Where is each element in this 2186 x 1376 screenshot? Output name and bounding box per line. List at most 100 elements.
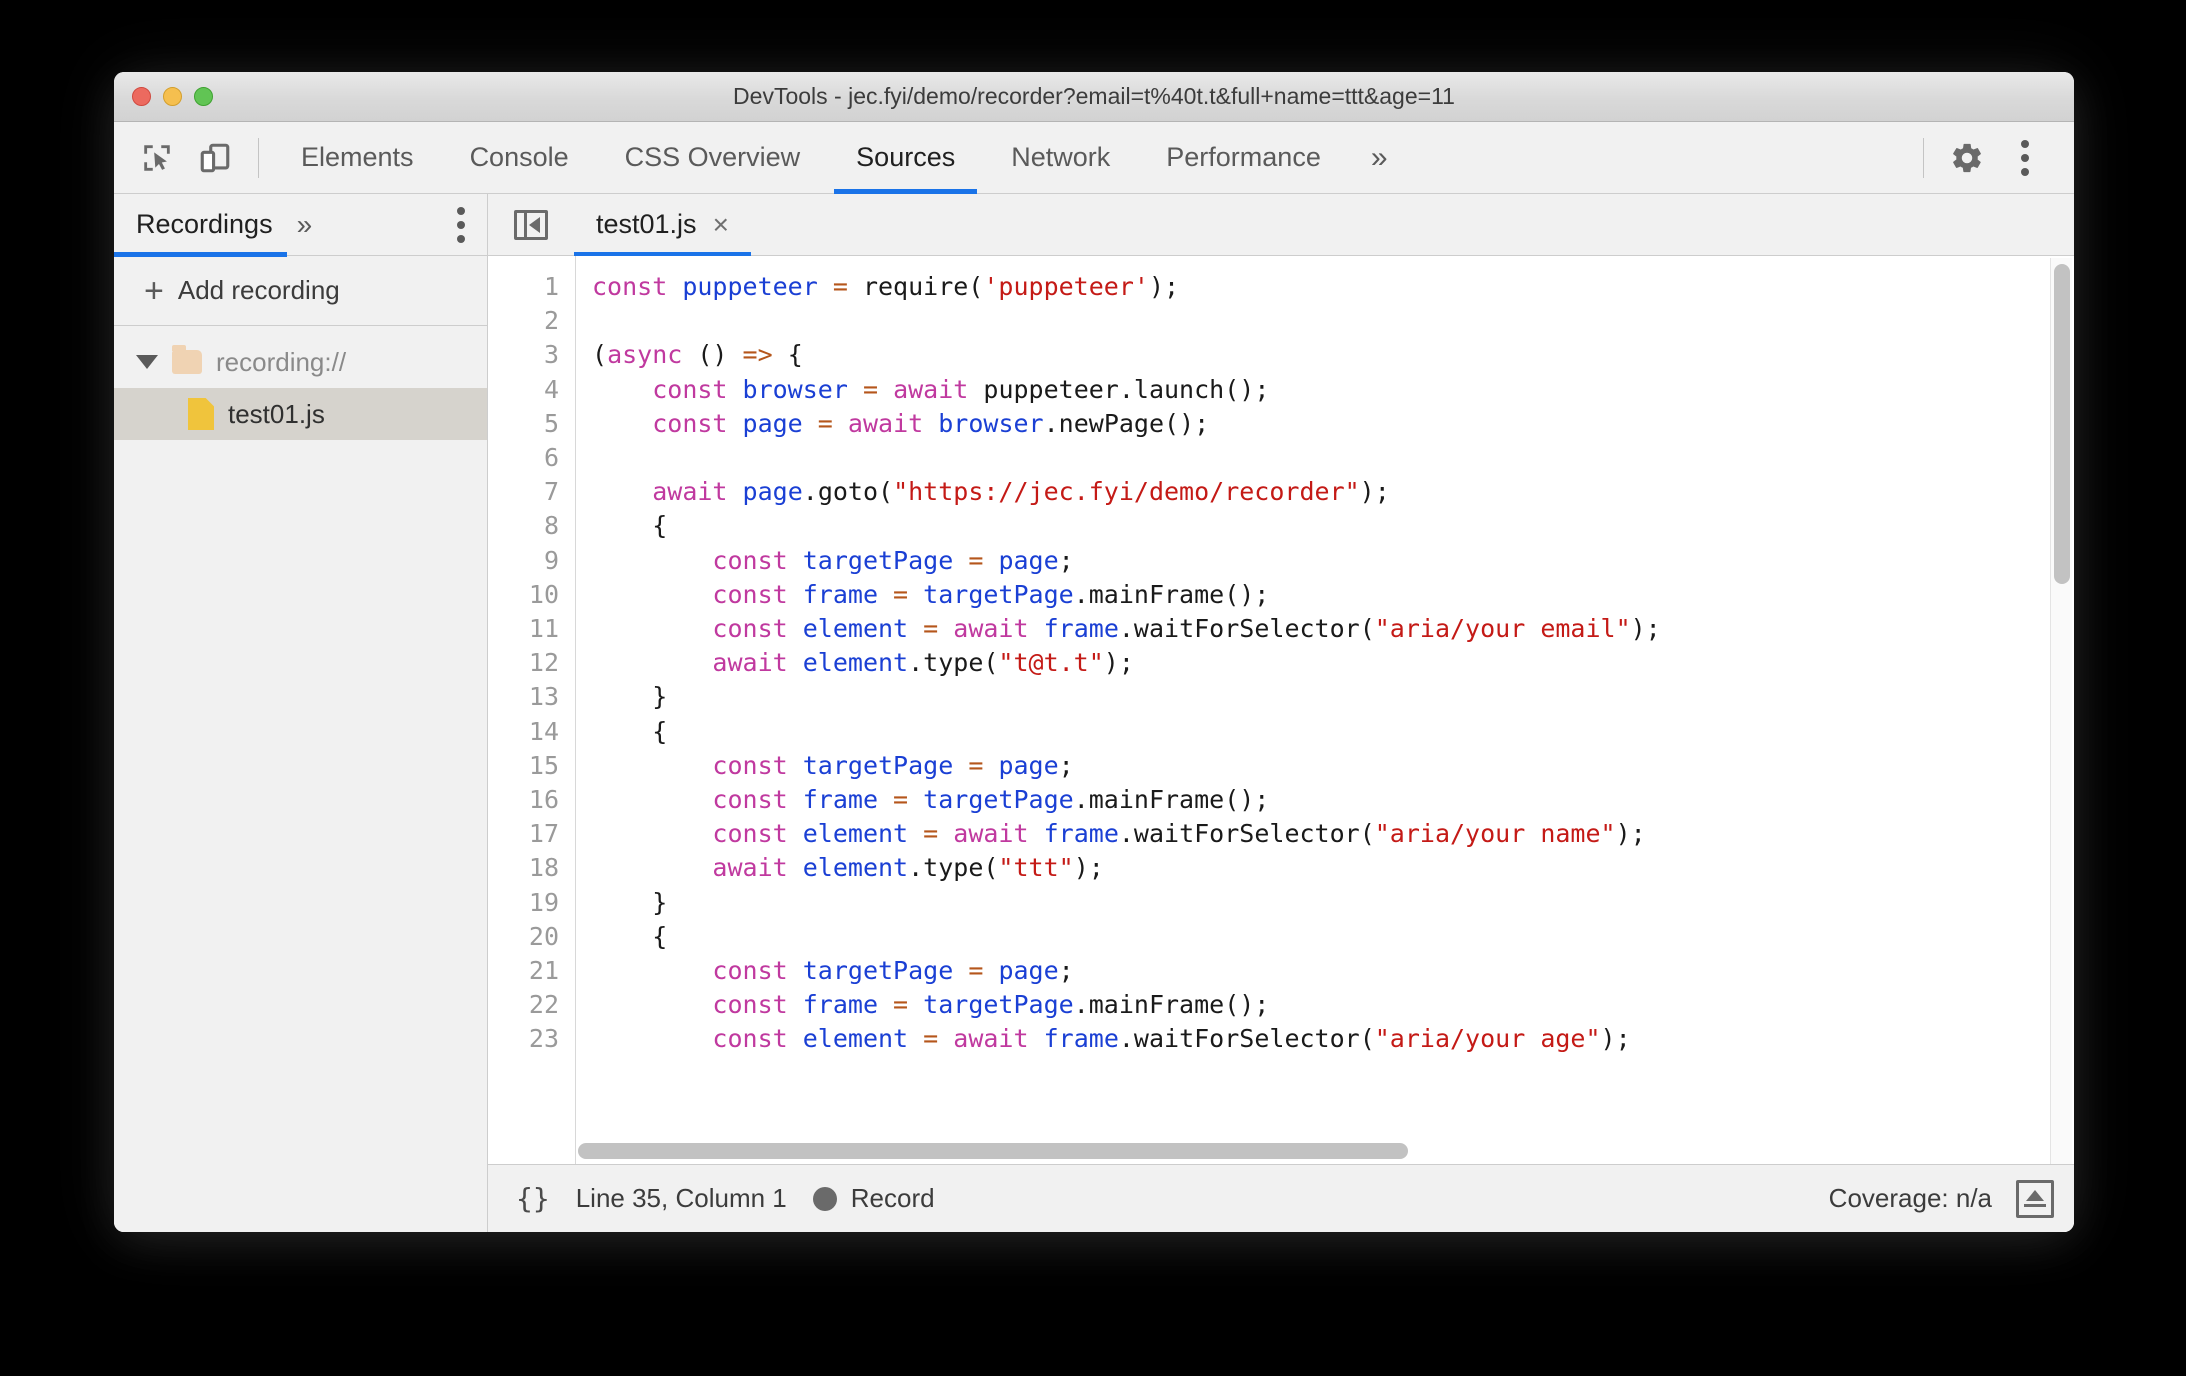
code-token: { <box>592 921 668 951</box>
code-token: page <box>998 750 1059 780</box>
record-button[interactable]: Record <box>812 1183 935 1214</box>
code-token: "aria/your age" <box>1374 1024 1601 1054</box>
code-token: .newPage(); <box>1043 408 1210 438</box>
add-recording-button[interactable]: + Add recording <box>114 256 487 326</box>
code-token: const <box>652 374 743 404</box>
record-label: Record <box>850 1183 935 1213</box>
code-token: await <box>893 374 969 404</box>
line-number: 23 <box>528 1024 559 1054</box>
statusbar-right: Coverage: n/a <box>1829 1179 2054 1218</box>
gear-icon[interactable] <box>1938 129 1996 187</box>
code-token: } <box>592 887 668 917</box>
horizontal-scrollbar-thumb[interactable] <box>578 1143 1408 1159</box>
editor-vertical-scrollbar[interactable] <box>2050 258 2072 1164</box>
code-line: const element = await frame.waitForSelec… <box>592 612 2074 646</box>
code-editor[interactable]: 1 2 3 4 5 6 7 8 9 10 11 12 13 14 15 16 17 18 19 20 21 22 23 co… <box>488 256 2074 1164</box>
tree-item-label: recording:// <box>216 346 347 377</box>
kebab-dots <box>457 206 465 243</box>
devtools-window: DevTools - jec.fyi/demo/recorder?email=t… <box>114 72 2074 1232</box>
tab-elements[interactable]: Elements <box>273 122 442 194</box>
plus-icon: + <box>144 271 164 310</box>
code-line: const frame = targetPage.mainFrame(); <box>592 578 2074 612</box>
line-number: 21 <box>528 956 559 986</box>
code-token: async <box>607 340 683 370</box>
tab-sources[interactable]: Sources <box>828 122 983 194</box>
show-drawer-icon[interactable] <box>2016 1179 2054 1218</box>
code-token: ); <box>1630 614 1661 644</box>
code-token: .waitForSelector( <box>1118 819 1375 849</box>
line-number: 15 <box>528 750 559 780</box>
editor-tab-test01-js[interactable]: test01.js × <box>574 194 751 257</box>
kebab-dot <box>2021 167 2029 176</box>
editor-horizontal-scrollbar[interactable] <box>578 1140 2048 1162</box>
code-token: () <box>682 340 743 370</box>
code-token: 'puppeteer' <box>983 272 1149 301</box>
tab-elements-label: Elements <box>301 142 414 172</box>
code-token: "ttt" <box>998 853 1074 883</box>
line-number: 17 <box>528 819 559 849</box>
code-token: "aria/your email" <box>1374 614 1631 644</box>
add-recording-label: Add recording <box>177 275 340 305</box>
tab-sources-label: Sources <box>856 142 956 172</box>
chevron-down-icon <box>136 355 158 369</box>
code-token: = <box>968 750 984 780</box>
code-line: (async () => { <box>592 338 2074 372</box>
more-tabs-label: » <box>1370 140 1388 174</box>
code-token: { <box>592 511 668 541</box>
code-token: ; <box>1058 545 1074 575</box>
sidebar-more-chevron-icon[interactable]: » <box>287 209 323 241</box>
code-token: = <box>893 990 909 1020</box>
code-token: page <box>742 408 818 438</box>
code-token: ; <box>1058 956 1074 986</box>
tree-item-test01-js[interactable]: test01.js <box>114 388 487 440</box>
toolbar-divider <box>258 137 259 178</box>
code-token: ; <box>1058 750 1074 780</box>
tab-performance[interactable]: Performance <box>1138 122 1349 194</box>
close-icon[interactable]: × <box>713 210 729 239</box>
code-token: = <box>968 956 984 986</box>
line-number: 14 <box>528 716 559 746</box>
code-token: const <box>712 750 803 780</box>
tab-console-label: Console <box>469 142 569 172</box>
code-token: const <box>712 614 803 644</box>
tab-console[interactable]: Console <box>442 122 597 194</box>
code-token: ); <box>1600 1024 1631 1054</box>
more-tabs-chevron-icon[interactable]: » <box>1349 122 1410 194</box>
code-token: const <box>712 1024 803 1054</box>
code-token: = <box>923 819 939 849</box>
recordings-tree: recording:// test01.js <box>114 326 487 1232</box>
code-token: = <box>817 408 833 438</box>
tree-item-recording-root[interactable]: recording:// <box>114 336 487 388</box>
recordings-sidebar: Recordings » + Add recording recording:/… <box>114 194 488 1232</box>
tab-network[interactable]: Network <box>983 122 1138 194</box>
line-number: 22 <box>528 990 559 1020</box>
code-token: = <box>968 545 984 575</box>
kebab-menu-icon[interactable] <box>1996 129 2054 187</box>
code-token: .mainFrame(); <box>1073 785 1270 815</box>
sidebar-kebab-menu-icon[interactable] <box>457 206 487 243</box>
code-content[interactable]: const puppeteer = require('puppeteer'); … <box>576 256 2074 1164</box>
tab-recordings[interactable]: Recordings <box>114 194 287 257</box>
window-titlebar: DevTools - jec.fyi/demo/recorder?email=t… <box>114 72 2074 122</box>
code-token: .type( <box>908 648 999 678</box>
vertical-scrollbar-thumb[interactable] <box>2054 264 2070 584</box>
pretty-print-button[interactable]: {} <box>516 1182 550 1215</box>
inspect-element-icon[interactable] <box>128 129 186 187</box>
collapse-sidebar-icon[interactable] <box>514 209 548 240</box>
code-line: const page = await browser.newPage(); <box>592 407 2074 441</box>
code-token: frame <box>802 990 894 1020</box>
device-toolbar-icon[interactable] <box>186 129 244 187</box>
line-number: 4 <box>543 374 559 404</box>
tab-css-overview[interactable]: CSS Overview <box>597 122 829 194</box>
code-token: ); <box>1615 819 1646 849</box>
